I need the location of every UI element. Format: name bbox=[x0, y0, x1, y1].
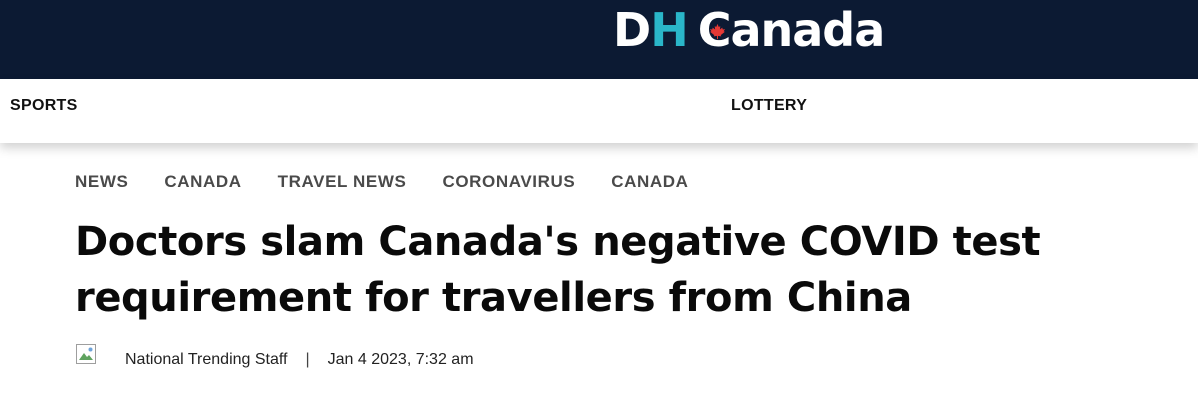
breadcrumb-travel-news[interactable]: TRAVEL NEWS bbox=[278, 172, 407, 192]
breadcrumb-news[interactable]: NEWS bbox=[75, 172, 128, 192]
site-header: DHC anada bbox=[0, 0, 1198, 79]
breadcrumb-canada-2[interactable]: CANADA bbox=[611, 172, 688, 192]
article-byline: National Trending Staff | Jan 4 2023, 7:… bbox=[75, 342, 474, 378]
logo-letter-h: H bbox=[650, 3, 688, 57]
byline-separator: | bbox=[305, 351, 310, 368]
broken-image-icon bbox=[76, 344, 96, 364]
nav-item-lottery[interactable]: LOTTERY bbox=[731, 97, 807, 115]
breadcrumb-canada[interactable]: CANADA bbox=[164, 172, 241, 192]
breadcrumb: NEWS CANADA TRAVEL NEWS CORONAVIRUS CANA… bbox=[75, 172, 689, 192]
logo-rest: anada bbox=[730, 3, 885, 57]
logo-letter-d: D bbox=[613, 3, 651, 57]
main-nav: SPORTS LOTTERY bbox=[0, 79, 1198, 143]
site-logo[interactable]: DHC anada bbox=[613, 2, 885, 58]
maple-leaf-icon bbox=[709, 23, 725, 40]
nav-item-sports[interactable]: SPORTS bbox=[10, 97, 78, 115]
breadcrumb-coronavirus[interactable]: CORONAVIRUS bbox=[442, 172, 575, 192]
author-name[interactable]: National Trending Staff bbox=[125, 351, 287, 369]
article-headline: Doctors slam Canada's negative COVID tes… bbox=[75, 219, 1041, 321]
logo-letter-c: C bbox=[698, 2, 732, 58]
publish-date: Jan 4 2023, 7:32 am bbox=[327, 351, 474, 368]
